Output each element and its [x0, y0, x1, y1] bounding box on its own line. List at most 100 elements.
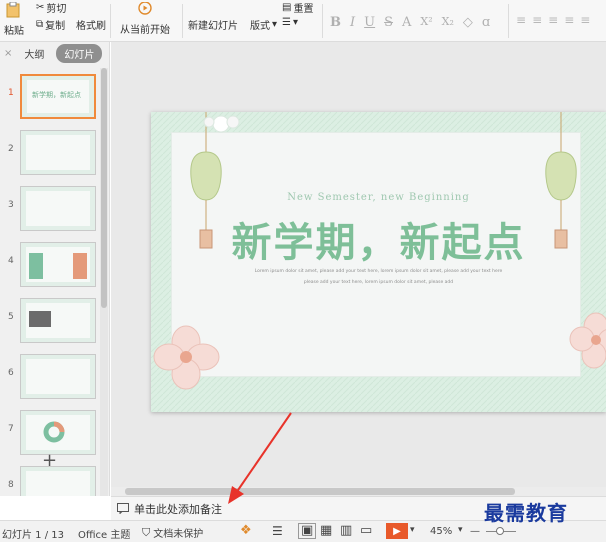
close-panel-icon[interactable]: ×	[4, 48, 12, 59]
play-chevron-icon[interactable]: ▾	[410, 525, 415, 535]
section-button[interactable]: ☰ ▾	[282, 17, 298, 28]
align-right-icon[interactable]: ≡	[548, 13, 558, 27]
font-color-button[interactable]: A	[402, 15, 411, 30]
beautify-icon[interactable]: ❖	[240, 523, 252, 538]
theme-name[interactable]: Office 主题	[78, 526, 130, 541]
paste-button[interactable]: 粘贴	[4, 2, 24, 37]
superscript-button[interactable]: X²	[420, 15, 432, 30]
from-current-button[interactable]: 从当前开始	[120, 2, 170, 36]
ribbon: 粘贴 ✂ 剪切 ⧉ 复制 格式刷 从当前开始 新建幻灯片 版式 ▾ ▤ 重置 ☰…	[0, 0, 606, 42]
slide-thumbnail[interactable]	[20, 186, 96, 231]
new-slide-label: 新建幻灯片	[188, 21, 238, 32]
subscript-button[interactable]: X₂	[442, 15, 454, 30]
reset-icon: ▤	[282, 2, 292, 13]
slide-body-line-1[interactable]: Lorem ipsum dolor sit amet, please add y…	[151, 269, 606, 274]
reset-button[interactable]: ▤ 重置	[282, 0, 313, 15]
slide-thumbnail[interactable]	[20, 298, 96, 343]
format-painter-button[interactable]: 格式刷	[76, 17, 106, 32]
text-effect-button[interactable]: ɑ	[482, 15, 490, 30]
slide-body-line-2[interactable]: please add your text here, lorem ipsum d…	[151, 280, 606, 285]
tab-slides[interactable]: 幻灯片	[56, 43, 103, 63]
slide-thumb-row-4[interactable]: 4	[0, 242, 100, 292]
thumb-title: 新学期，新起点	[32, 91, 81, 99]
slide-number: 5	[8, 312, 14, 322]
justify-icon[interactable]: ≡	[564, 13, 574, 27]
align-center-icon[interactable]: ≡	[532, 13, 542, 27]
zoom-chevron-icon[interactable]: ▾	[458, 525, 463, 535]
cut-button[interactable]: ✂ 剪切	[36, 0, 66, 15]
slides-panel: × 大纲 幻灯片 1 新学期，新起点 2 3 4 5 6 7 8	[0, 42, 110, 496]
flower-left-icon	[153, 325, 220, 390]
note-icon	[117, 503, 129, 514]
slide-thumbnails: 1 新学期，新起点 2 3 4 5 6 7 8	[0, 68, 100, 496]
presenter-view-icon[interactable]: ▭	[360, 523, 372, 538]
slide-number: 3	[8, 200, 14, 210]
protect-status[interactable]: ⛉ 文档未保护	[142, 525, 204, 541]
chevron-down-icon: ▾	[292, 17, 298, 28]
cut-label: 剪切	[46, 4, 67, 15]
slide-thumb-row-2[interactable]: 2	[0, 130, 100, 180]
slide-thumbnail[interactable]	[20, 466, 96, 496]
slide-subtitle[interactable]: New Semester, new Beginning	[151, 192, 606, 203]
current-slide[interactable]: New Semester, new Beginning 新学期，新起点 Lore…	[151, 112, 606, 412]
copy-icon: ⧉	[36, 19, 44, 30]
slide-thumb-row-3[interactable]: 3	[0, 186, 100, 236]
text-format-group: B I U S A X² X₂ ◇ ɑ	[330, 15, 490, 30]
canvas-horizontal-scrollbar[interactable]	[111, 487, 606, 496]
chevron-down-icon: ▾	[272, 19, 278, 30]
slide-thumb-row-5[interactable]: 5	[0, 298, 100, 348]
play-button[interactable]: ▶	[386, 523, 408, 539]
italic-button[interactable]: I	[350, 15, 355, 30]
slide-thumb-row-6[interactable]: 6	[0, 354, 100, 404]
normal-view-icon[interactable]: ▣	[298, 523, 317, 539]
watermark-logo: 最需教育	[484, 501, 568, 525]
slide-number: 6	[8, 368, 14, 378]
slide-thumbnail[interactable]	[20, 242, 96, 287]
slide-thumbnail[interactable]	[20, 410, 96, 455]
reading-view-icon[interactable]: ▥	[340, 523, 352, 538]
slide-thumbnail[interactable]	[20, 130, 96, 175]
protect-label: 文档未保护	[153, 529, 204, 540]
zoom-slider-handle[interactable]	[496, 527, 504, 535]
slide-number: 1	[8, 88, 14, 98]
slide-count: 幻灯片 1 / 13	[2, 530, 64, 541]
slide-canvas: New Semester, new Beginning 新学期，新起点 Lore…	[111, 42, 606, 487]
paste-label: 粘贴	[4, 26, 24, 37]
slide-number: 4	[8, 256, 14, 266]
copy-button[interactable]: ⧉ 复制	[36, 17, 65, 32]
slide-title[interactable]: 新学期，新起点	[151, 210, 606, 268]
slide-number: 7	[8, 424, 14, 434]
notes-toggle-icon[interactable]: ☰	[272, 524, 283, 538]
tab-outline[interactable]: 大纲	[18, 44, 50, 63]
flower-right-icon	[569, 312, 606, 369]
layout-label: 版式	[250, 21, 270, 32]
notes-placeholder[interactable]: 单击此处添加备注	[134, 501, 222, 517]
slide-thumbnail[interactable]	[20, 354, 96, 399]
layout-button[interactable]: 版式 ▾	[250, 17, 277, 32]
zoom-out-icon[interactable]: —	[470, 526, 480, 537]
top-flower-icon	[203, 115, 240, 133]
distribute-icon[interactable]: ≡	[580, 13, 590, 27]
eraser-icon[interactable]: ◇	[463, 15, 473, 30]
play-icon: ▶	[393, 525, 401, 537]
panel-tabs: × 大纲 幻灯片	[0, 42, 110, 64]
thumbnail-scrollbar[interactable]	[100, 68, 108, 496]
new-slide-button[interactable]: 新建幻灯片	[188, 17, 238, 32]
bold-button[interactable]: B	[330, 15, 341, 30]
zoom-level[interactable]: 45%	[430, 526, 452, 537]
strikethrough-button[interactable]: S	[384, 15, 393, 30]
underline-button[interactable]: U	[364, 15, 375, 30]
add-slide-button[interactable]: +	[42, 450, 57, 471]
slide-thumb-row-1[interactable]: 1 新学期，新起点	[0, 74, 100, 124]
section-icon: ☰	[282, 17, 291, 28]
scissors-icon: ✂	[36, 2, 45, 13]
from-current-label: 从当前开始	[120, 25, 170, 36]
shield-icon: ⛉	[142, 525, 151, 539]
align-group: ≡ ≡ ≡ ≡ ≡	[516, 13, 590, 27]
slide-sorter-icon[interactable]: ▦	[320, 523, 332, 538]
slide-thumbnail[interactable]: 新学期，新起点	[20, 74, 96, 119]
copy-label: 复制	[45, 21, 66, 32]
slide-number: 2	[8, 144, 14, 154]
align-left-icon[interactable]: ≡	[516, 13, 526, 27]
slide-number: 8	[8, 480, 14, 490]
